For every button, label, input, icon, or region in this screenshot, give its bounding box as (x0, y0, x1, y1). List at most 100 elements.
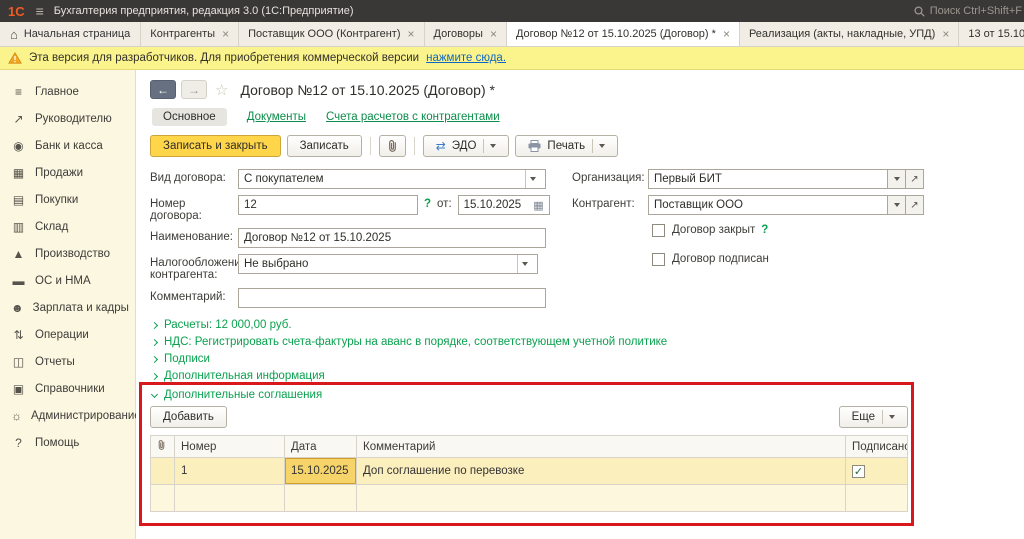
tab-main[interactable]: Основное (152, 108, 227, 126)
tab-contract-13[interactable]: 13 от 15.10.2025 (Договор) × (959, 22, 1024, 46)
organization-input[interactable]: Первый БИТ (648, 169, 888, 189)
sidebar-item-operations[interactable]: ⇅Операции (0, 321, 135, 348)
signed-cell[interactable]: ✓ (846, 458, 908, 485)
tab-settlement-accounts[interactable]: Счета расчетов с контрагентами (326, 111, 500, 123)
signed-column-header[interactable]: Подписано (846, 436, 908, 458)
production-icon: ▲ (11, 247, 26, 261)
back-button[interactable]: ← (150, 80, 176, 99)
fixed-assets-icon: ▬ (11, 274, 26, 288)
tab-close-icon[interactable]: × (222, 27, 229, 41)
sidebar-item-manager[interactable]: ↗Руководителю (0, 105, 135, 132)
tab-documents[interactable]: Документы (247, 111, 306, 123)
add-label: Добавить (163, 411, 214, 423)
tab-supplier-card[interactable]: Поставщик ООО (Контрагент) × (239, 22, 424, 46)
tab-contract-12[interactable]: Договор №12 от 15.10.2025 (Договор) * × (507, 22, 740, 46)
edo-button[interactable]: ⇄ ЭДО (423, 135, 510, 157)
section-additional-agreements[interactable]: Дополнительные соглашения (150, 389, 908, 401)
1c-logo-icon: 1С (0, 4, 34, 19)
organization-open-button[interactable]: ↗ (906, 169, 924, 189)
signed-checkbox-checked[interactable]: ✓ (852, 465, 865, 478)
sidebar-item-directories[interactable]: ▣Справочники (0, 375, 135, 402)
sidebar-item-payroll[interactable]: ☻Зарплата и кадры (0, 294, 135, 321)
print-dropdown-arrow[interactable] (592, 139, 605, 153)
counterparty-input[interactable]: Поставщик ООО (648, 195, 888, 215)
favorite-star-icon[interactable]: ☆ (215, 81, 228, 99)
purchase-link[interactable]: нажмите сюда. (426, 52, 506, 64)
section-additional-info[interactable]: Дополнительная информация (150, 370, 1024, 382)
form-fields: Вид договора: С покупателем Номер догово… (150, 169, 1024, 314)
tab-label: Контрагенты (150, 28, 215, 40)
attach-file-button[interactable] (379, 135, 406, 157)
tab-counterparties[interactable]: Контрагенты × (141, 22, 239, 46)
contract-kind-select[interactable]: С покупателем (238, 169, 546, 189)
comment-cell[interactable]: Доп соглашение по перевозке (357, 458, 846, 485)
contract-name-input[interactable]: Договор №12 от 15.10.2025 (238, 228, 546, 248)
hamburger-menu-icon[interactable]: ≡ (34, 3, 54, 19)
sidebar-item-purchases[interactable]: ▤Покупки (0, 186, 135, 213)
titlebar: 1С ≡ Бухгалтерия предприятия, редакция 3… (0, 0, 1024, 22)
organization-dropdown-button[interactable] (888, 169, 906, 189)
print-button[interactable]: Печать (515, 135, 618, 157)
counterparty-dropdown-button[interactable] (888, 195, 906, 215)
empty-table-row[interactable] (151, 485, 908, 512)
comment-column-header[interactable]: Комментарий (357, 436, 846, 458)
agreements-table: Номер Дата Комментарий Подписано 1 15.10… (150, 435, 908, 512)
contract-signed-checkbox[interactable] (652, 253, 665, 266)
sidebar-item-bank-cash[interactable]: ◉Банк и касса (0, 132, 135, 159)
tab-sales-documents[interactable]: Реализация (акты, накладные, УПД) × (740, 22, 959, 46)
dropdown-arrow-icon[interactable] (517, 255, 532, 273)
app-title: Бухгалтерия предприятия, редакция 3.0 (1… (54, 5, 354, 17)
taxation-select[interactable]: Не выбрано (238, 254, 538, 274)
help-icon[interactable]: ? (424, 198, 431, 210)
number-column-header[interactable]: Номер (175, 436, 285, 458)
global-search[interactable]: Поиск Ctrl+Shift+F (914, 5, 1024, 17)
contract-number-input[interactable]: 12 (238, 195, 418, 215)
section-signatures[interactable]: Подписи (150, 353, 1024, 365)
tab-close-icon[interactable]: × (942, 27, 949, 41)
sidebar-item-sales[interactable]: ▦Продажи (0, 159, 135, 186)
forward-button[interactable]: → (181, 80, 207, 99)
edo-dropdown-arrow[interactable] (483, 139, 496, 153)
calendar-icon[interactable]: ▦ (533, 199, 543, 212)
save-close-button[interactable]: Записать и закрыть (150, 135, 281, 157)
more-button[interactable]: Еще (839, 406, 908, 428)
chevron-right-icon (151, 372, 158, 379)
tab-close-icon[interactable]: × (407, 27, 414, 41)
contract-name-value: Договор №12 от 15.10.2025 (244, 232, 540, 244)
add-button[interactable]: Добавить (150, 406, 227, 428)
attachment-cell[interactable] (151, 458, 175, 485)
section-vat[interactable]: НДС: Регистрировать счета-фактуры на ава… (150, 336, 1024, 348)
comment-input[interactable] (238, 288, 546, 308)
contract-date-input[interactable]: 15.10.2025 ▦ (458, 195, 550, 215)
sidebar-item-fixed-assets[interactable]: ▬ОС и НМА (0, 267, 135, 294)
sidebar-item-help[interactable]: ?Помощь (0, 429, 135, 456)
tab-contracts[interactable]: Договоры × (425, 22, 507, 46)
section-label: Подписи (164, 353, 210, 365)
help-icon[interactable]: ? (761, 224, 768, 236)
contract-closed-checkbox[interactable] (652, 224, 665, 237)
date-cell-selected[interactable]: 15.10.2025 (285, 458, 357, 485)
counterparty-open-button[interactable]: ↗ (906, 195, 924, 215)
sidebar-item-administration[interactable]: ☼Администрирование (0, 402, 135, 429)
directories-icon: ▣ (11, 382, 26, 396)
more-dropdown-arrow[interactable] (882, 410, 895, 424)
counterparty-value: Поставщик ООО (654, 199, 882, 211)
attachment-column-header[interactable] (151, 436, 175, 458)
section-label: Дополнительная информация (164, 370, 325, 382)
save-button[interactable]: Записать (287, 135, 362, 157)
contract-closed-label: Договор закрыт (672, 221, 755, 236)
number-cell[interactable]: 1 (175, 458, 285, 485)
sidebar-item-production[interactable]: ▲Производство (0, 240, 135, 267)
sidebar-item-reports[interactable]: ◫Отчеты (0, 348, 135, 375)
sidebar-item-main[interactable]: ≡Главное (0, 78, 135, 105)
agreement-table-row[interactable]: 1 15.10.2025 Доп соглашение по перевозке… (151, 458, 908, 485)
agreements-command-bar: Добавить Еще (150, 406, 908, 428)
sidebar-item-warehouse[interactable]: ▥Склад (0, 213, 135, 240)
home-tab[interactable]: ⌂ Начальная страница (0, 22, 141, 46)
date-column-header[interactable]: Дата (285, 436, 357, 458)
section-settlements[interactable]: Расчеты: 12 000,00 руб. (150, 319, 1024, 331)
paperclip-icon (157, 439, 166, 451)
tab-close-icon[interactable]: × (490, 27, 497, 41)
tab-close-icon[interactable]: × (723, 27, 730, 41)
dropdown-arrow-icon[interactable] (525, 170, 540, 188)
